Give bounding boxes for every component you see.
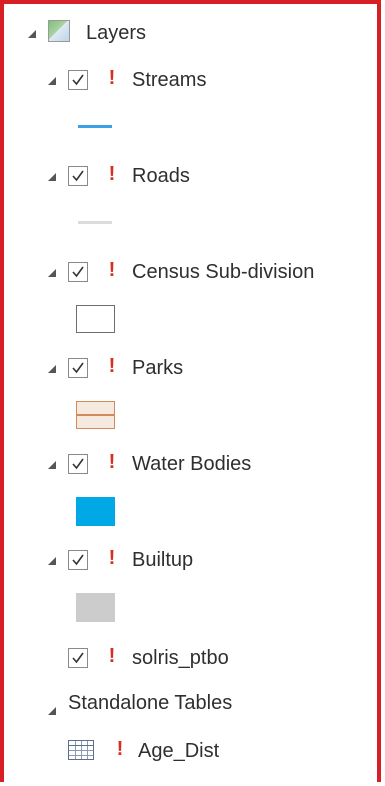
map-icon bbox=[48, 20, 70, 42]
polygon-symbol bbox=[76, 497, 115, 526]
layer-label: Census Sub-division bbox=[132, 261, 315, 283]
warning-icon: ! bbox=[108, 259, 116, 281]
group-label: Standalone Tables bbox=[68, 692, 233, 714]
collapse-arrow-icon[interactable] bbox=[28, 30, 36, 38]
layer-label: Builtup bbox=[132, 549, 194, 571]
collapse-arrow-icon[interactable] bbox=[48, 557, 56, 565]
visibility-checkbox[interactable] bbox=[68, 550, 88, 570]
visibility-checkbox[interactable] bbox=[68, 166, 88, 186]
collapse-arrow-icon[interactable] bbox=[48, 77, 56, 85]
collapse-arrow-icon[interactable] bbox=[48, 173, 56, 181]
layers-root-label: Layers bbox=[86, 22, 147, 44]
collapse-arrow-icon[interactable] bbox=[48, 461, 56, 469]
collapse-arrow-icon[interactable] bbox=[48, 365, 56, 373]
line-symbol bbox=[78, 125, 112, 128]
warning-icon: ! bbox=[108, 451, 116, 473]
visibility-checkbox[interactable] bbox=[68, 454, 88, 474]
layer-label: solris_ptbo bbox=[132, 647, 229, 669]
visibility-checkbox[interactable] bbox=[68, 70, 88, 90]
warning-icon: ! bbox=[108, 67, 116, 89]
layer-label: Water Bodies bbox=[132, 453, 252, 475]
warning-icon: ! bbox=[108, 163, 116, 185]
collapse-arrow-icon[interactable] bbox=[48, 707, 56, 715]
visibility-checkbox[interactable] bbox=[68, 262, 88, 282]
polygon-symbol bbox=[76, 305, 115, 333]
polygon-symbol bbox=[76, 401, 115, 429]
warning-icon: ! bbox=[108, 547, 116, 569]
table-label: Age_Dist bbox=[138, 740, 220, 762]
polygon-symbol bbox=[76, 593, 115, 622]
layer-label: Streams bbox=[132, 69, 207, 91]
visibility-checkbox[interactable] bbox=[68, 648, 88, 668]
visibility-checkbox[interactable] bbox=[68, 358, 88, 378]
collapse-arrow-icon[interactable] bbox=[48, 269, 56, 277]
layer-label: Roads bbox=[132, 165, 190, 187]
line-symbol bbox=[78, 221, 112, 224]
layer-label: Parks bbox=[132, 357, 184, 379]
warning-icon: ! bbox=[116, 738, 124, 760]
warning-icon: ! bbox=[108, 645, 116, 667]
table-icon bbox=[68, 740, 94, 760]
warning-icon: ! bbox=[108, 355, 116, 377]
